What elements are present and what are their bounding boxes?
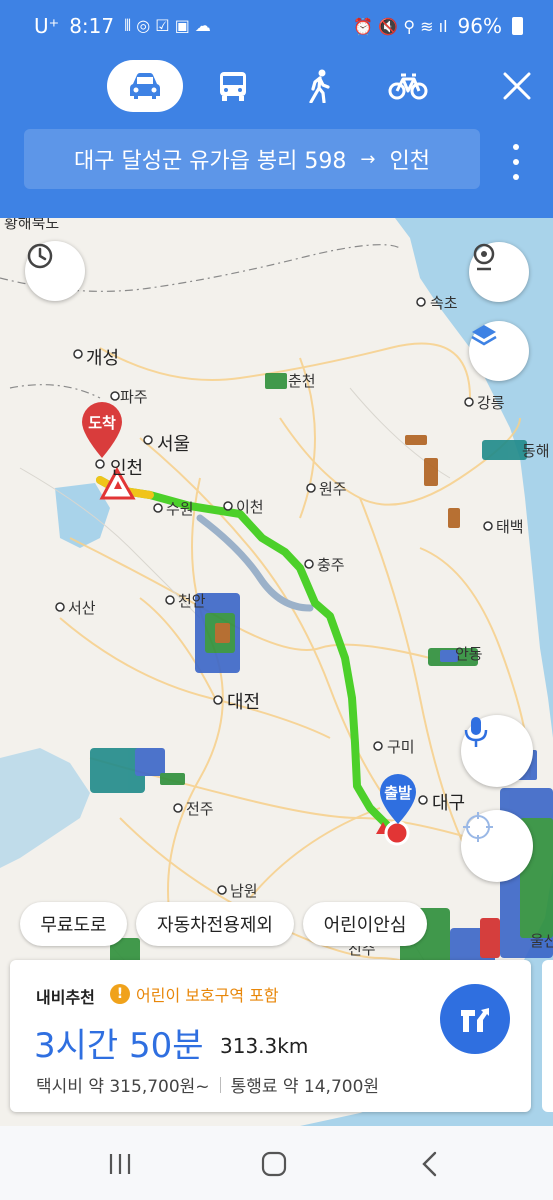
taxi-fare: 택시비 약 315,700원~	[36, 1077, 210, 1097]
map-label: 서울	[157, 434, 191, 455]
car-icon	[130, 73, 160, 99]
layers-button[interactable]	[469, 321, 529, 381]
filter-chip-no-expressway[interactable]: 자동차전용제외	[136, 902, 294, 946]
map-label: 천안	[178, 592, 206, 610]
arrival-pin[interactable]: 도착	[78, 400, 126, 460]
more-dot-icon	[513, 159, 519, 165]
walk-icon	[309, 69, 330, 103]
status-icons: ⏰ 🔇 ⚲ ≋ ıl	[353, 16, 448, 36]
map-label: 남원	[230, 882, 258, 900]
arrival-pin-label: 도착	[88, 413, 116, 432]
map-label: 황해북도	[4, 218, 60, 232]
filter-chip-child-safe[interactable]: 어린이안심	[303, 902, 427, 946]
map-label: 서산	[68, 599, 96, 617]
map-label: 이천	[236, 498, 264, 516]
warning-icon: !	[110, 984, 130, 1004]
next-route-card-edge[interactable]	[542, 960, 553, 1112]
route-distance: 313.3km	[220, 1034, 309, 1058]
status-bar: U⁺ 8:17 ⦀ ◎ ☑ ▣ ☁ ⏰ 🔇 ⚲ ≋ ıl 96%	[0, 0, 553, 52]
map-label: 수원	[166, 500, 194, 518]
departure-pin[interactable]: 출발	[376, 772, 420, 826]
carrier-label: U⁺	[34, 14, 60, 38]
recent-apps-button[interactable]	[100, 1148, 140, 1180]
clock-icon	[27, 243, 53, 269]
route-header: 대구 달성군 유가읍 봉리 598 → 인천	[0, 52, 553, 218]
warning-text: 어린이 보호구역 포함	[136, 986, 279, 1005]
cctv-icon	[473, 243, 495, 271]
history-button[interactable]	[25, 241, 85, 301]
map-label: 태백	[496, 518, 524, 536]
map-label: 개성	[86, 348, 120, 369]
map-label: 춘천	[288, 372, 316, 390]
route-summary-box[interactable]: 대구 달성군 유가읍 봉리 598 → 인천	[24, 129, 480, 189]
more-dot-icon	[513, 174, 519, 180]
close-icon	[503, 72, 531, 100]
mode-bike-tab[interactable]	[385, 60, 431, 112]
system-nav-bar	[0, 1126, 553, 1200]
fare-divider	[219, 1076, 221, 1093]
back-icon	[422, 1151, 437, 1177]
notification-icons: ⦀ ◎ ☑ ▣ ☁	[124, 16, 211, 35]
route-arrow: →	[360, 148, 376, 170]
bus-icon	[220, 72, 246, 101]
bike-icon	[388, 73, 428, 100]
filter-chip-free-road[interactable]: 무료도로	[20, 902, 127, 946]
more-menu-button[interactable]	[504, 144, 528, 180]
map-label: 전주	[186, 800, 214, 818]
map-label: 안동	[455, 645, 483, 663]
map-label: 강릉	[477, 394, 505, 412]
mode-car-tab[interactable]	[107, 60, 183, 112]
route-duration: 3시간 50분	[34, 1026, 204, 1066]
map-label: 충주	[317, 556, 345, 574]
toll-fee: 통행료 약 14,700원	[230, 1077, 380, 1097]
current-location-button[interactable]	[461, 810, 533, 882]
clock: 8:17	[69, 14, 115, 38]
map-label: 구미	[387, 738, 415, 756]
layers-icon	[471, 325, 497, 346]
back-button[interactable]	[410, 1148, 450, 1180]
map-label: 울산	[530, 932, 553, 950]
more-dot-icon	[513, 144, 519, 150]
map-label: 대전	[227, 692, 261, 713]
map-label: 원주	[319, 480, 347, 498]
fare-info: 택시비 약 315,700원~ 통행료 약 14,700원	[36, 1072, 379, 1097]
route-result-card[interactable]: 내비추천 ! 어린이 보호구역 포함 3시간 50분 313.3km 택시비 약…	[10, 960, 531, 1112]
route-origin: 대구 달성군 유가읍 봉리 598	[74, 149, 347, 174]
cctv-button[interactable]	[469, 242, 529, 302]
battery-icon	[512, 17, 523, 35]
navigation-icon	[461, 1008, 489, 1032]
route-destination: 인천	[389, 149, 430, 174]
microphone-icon	[464, 717, 488, 747]
school-zone-warning: ! 어린이 보호구역 포함	[110, 982, 279, 1006]
map-label: 동해	[522, 442, 550, 460]
mode-walk-tab[interactable]	[300, 60, 340, 112]
voice-search-button[interactable]	[461, 715, 533, 787]
map-label: 속초	[430, 294, 458, 312]
recommend-label: 내비추천	[36, 988, 95, 1007]
recent-apps-icon	[109, 1154, 131, 1174]
departure-pin-label: 출발	[384, 783, 412, 802]
home-icon	[261, 1151, 287, 1177]
start-navigation-button[interactable]	[440, 984, 510, 1054]
crosshair-icon	[463, 812, 493, 842]
mode-bus-tab[interactable]	[210, 60, 256, 112]
home-button[interactable]	[254, 1148, 294, 1180]
battery-percent: 96%	[457, 14, 502, 38]
close-button[interactable]	[497, 66, 537, 106]
